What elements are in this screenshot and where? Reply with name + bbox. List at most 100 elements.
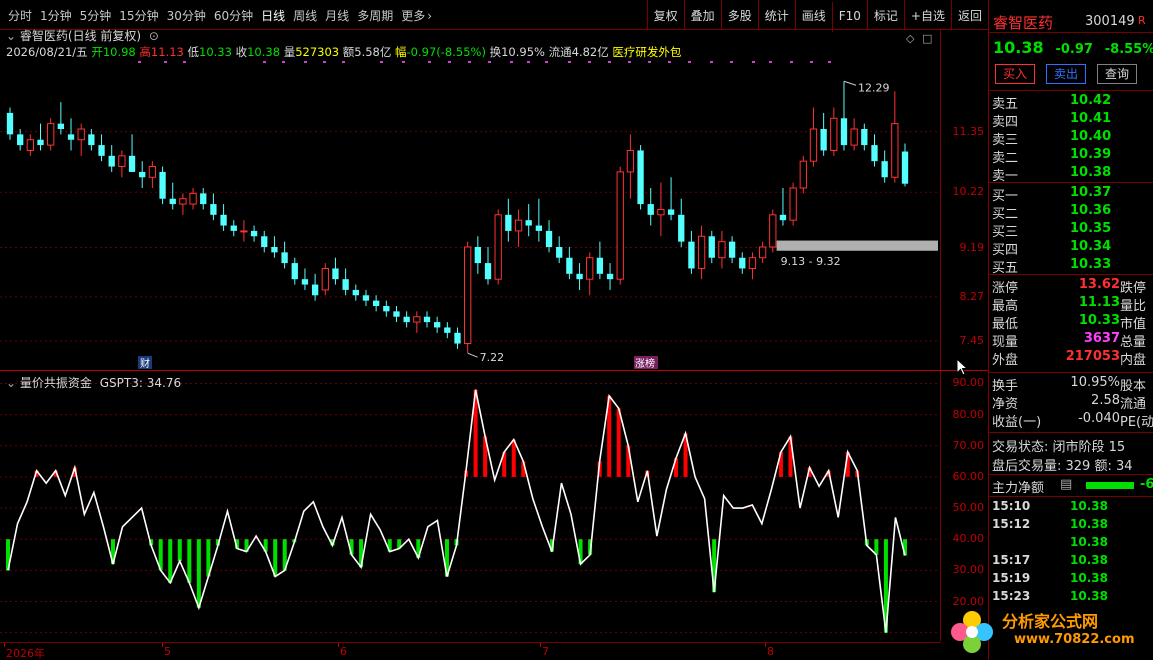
candle[interactable] (576, 263, 583, 290)
candle[interactable] (200, 188, 207, 210)
candle[interactable] (758, 241, 767, 264)
candle[interactable] (189, 188, 197, 210)
candle[interactable] (210, 193, 217, 221)
more-chevron-icon[interactable]: › (427, 9, 432, 23)
candle[interactable] (444, 322, 451, 339)
sell-button[interactable]: 卖出 (1046, 64, 1086, 84)
candle[interactable] (474, 236, 481, 274)
candle[interactable] (240, 220, 248, 242)
finance-badge[interactable]: 财 (138, 356, 152, 370)
candle[interactable] (891, 91, 899, 183)
buy-button[interactable]: 买入 (995, 64, 1035, 84)
candle[interactable] (434, 316, 441, 333)
main-net-row[interactable]: 主力净额 ▤ -60 (992, 477, 1153, 496)
candle[interactable] (799, 155, 807, 194)
candle[interactable] (535, 198, 543, 242)
period-tab-3[interactable]: 15分钟 (119, 7, 158, 24)
candle[interactable] (413, 311, 421, 333)
tool-button-4[interactable]: 画线 (794, 0, 832, 30)
period-tab-10[interactable]: 更多 (401, 7, 425, 24)
candle[interactable] (6, 107, 14, 140)
chart-settings-icon[interactable]: ⊙ (149, 29, 159, 43)
candle[interactable] (423, 311, 431, 328)
candle[interactable] (708, 230, 715, 264)
candle[interactable] (148, 161, 157, 188)
candle[interactable] (291, 257, 298, 285)
candle[interactable] (556, 236, 563, 264)
candle[interactable] (77, 123, 85, 156)
kline-chart[interactable]: 12.29 7.22 9.13 - 9.32 财 涨榜 ◇ □ (0, 30, 940, 370)
period-tab-4[interactable]: 30分钟 (167, 7, 206, 24)
candle[interactable] (88, 129, 95, 151)
period-tab-5[interactable]: 60分钟 (214, 7, 253, 24)
candle[interactable] (179, 193, 187, 215)
candle[interactable] (789, 182, 797, 226)
tool-button-3[interactable]: 统计 (757, 0, 795, 30)
candle[interactable] (98, 134, 105, 162)
candle[interactable] (647, 188, 654, 226)
tool-button-6[interactable]: 标记 (866, 0, 904, 30)
candle[interactable] (748, 252, 757, 280)
tool-button-2[interactable]: 多股 (720, 0, 758, 30)
tool-button-7[interactable]: +自选 (903, 0, 951, 30)
period-tab-8[interactable]: 月线 (325, 7, 349, 24)
square-icon[interactable]: □ (922, 32, 932, 45)
tool-button-1[interactable]: 叠加 (683, 0, 721, 30)
price-range-band[interactable] (776, 240, 938, 251)
candle[interactable] (871, 134, 878, 167)
candle[interactable] (108, 145, 115, 172)
candle[interactable] (514, 209, 523, 247)
candle[interactable] (697, 225, 706, 280)
candle[interactable] (311, 273, 319, 301)
candle[interactable] (332, 257, 339, 285)
candle[interactable] (26, 134, 34, 156)
period-tab-2[interactable]: 5分钟 (80, 7, 112, 24)
candle[interactable] (637, 145, 644, 210)
candle[interactable] (586, 252, 594, 296)
candle[interactable] (616, 166, 624, 285)
candle[interactable] (881, 150, 888, 183)
collapse-icon[interactable]: ⌄ (6, 376, 16, 390)
tool-button-5[interactable]: F10 (831, 2, 867, 32)
candle[interactable] (230, 220, 237, 237)
gspt3-line[interactable] (7, 389, 906, 633)
tool-button-0[interactable]: 复权 (646, 0, 684, 30)
candle[interactable] (718, 230, 726, 269)
candle[interactable] (118, 150, 126, 178)
candle[interactable] (342, 268, 349, 296)
diamond-icon[interactable]: ◇ (906, 32, 915, 45)
candle[interactable] (525, 204, 532, 237)
candle[interactable] (159, 166, 166, 205)
indicator-chart[interactable] (0, 371, 940, 642)
candle[interactable] (861, 123, 868, 151)
candle[interactable] (128, 134, 136, 172)
candle[interactable] (739, 252, 746, 274)
candle[interactable] (47, 118, 55, 151)
tool-button-8[interactable]: 返回 (950, 0, 988, 30)
candle[interactable] (321, 263, 329, 296)
candle[interactable] (667, 177, 675, 221)
period-tab-7[interactable]: 周线 (293, 7, 317, 24)
candle[interactable] (779, 188, 787, 226)
candle[interactable] (596, 241, 604, 280)
collapse-icon[interactable]: ⌄ (6, 29, 16, 43)
candle[interactable] (830, 107, 838, 156)
candle[interactable] (37, 123, 44, 151)
period-tab-6[interactable]: 日线 (261, 7, 285, 24)
candle[interactable] (626, 134, 635, 199)
period-tab-0[interactable]: 分时 (8, 7, 32, 24)
query-button[interactable]: 查询 (1097, 64, 1137, 84)
candle[interactable] (372, 295, 380, 312)
candle[interactable] (17, 129, 24, 151)
candle[interactable] (566, 247, 573, 280)
candle[interactable] (494, 209, 502, 285)
candle[interactable] (688, 230, 695, 274)
period-tab-1[interactable]: 1分钟 (40, 7, 72, 24)
candle[interactable] (606, 263, 614, 290)
candle[interactable] (139, 161, 146, 188)
candle[interactable] (352, 284, 359, 301)
candle[interactable] (484, 247, 492, 285)
candle[interactable] (67, 118, 75, 151)
candle[interactable] (769, 209, 777, 253)
candle[interactable] (505, 198, 512, 242)
